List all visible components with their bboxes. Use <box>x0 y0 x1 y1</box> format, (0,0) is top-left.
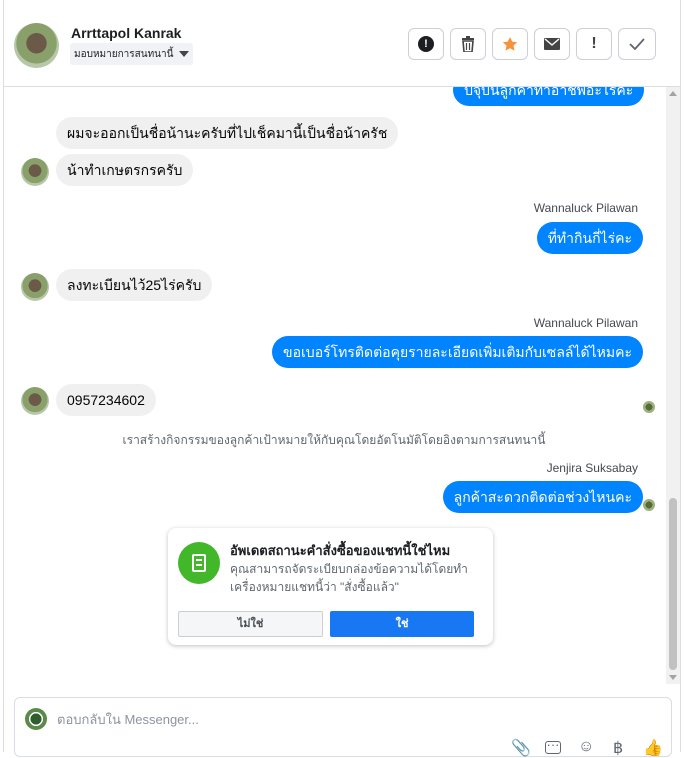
star-icon <box>502 37 518 51</box>
receipt-icon <box>178 542 220 584</box>
mark-unread-button[interactable] <box>534 28 570 60</box>
baht-icon[interactable]: ฿ <box>613 738 623 758</box>
scroll-up-arrow[interactable] <box>669 91 677 96</box>
inbox-chat-panel: Arrttapol Kanrak มอบหมายการสนทนานี้ ! ! <box>3 0 681 757</box>
scroll-thumb[interactable] <box>669 498 677 670</box>
header-toolbar: ! ! <box>408 28 656 60</box>
contact-avatar-small[interactable] <box>21 273 49 301</box>
message-incoming[interactable]: 0957234602 <box>56 384 156 416</box>
sender-name: Wannaluck Pilawan <box>533 316 638 330</box>
exclamation-icon: ! <box>591 35 597 52</box>
card-title: อัพเดตสถานะคำสั่งซื้อของแชทนี้ใช่ไหม <box>230 543 451 558</box>
alert-circle-icon: ! <box>418 36 434 52</box>
page-avatar <box>25 708 47 730</box>
delete-button[interactable] <box>450 28 486 60</box>
sender-name: Jenjira Suksabay <box>546 461 638 475</box>
follow-up-button[interactable] <box>492 28 528 60</box>
like-icon[interactable]: 👍 <box>643 738 663 758</box>
thread-scrollbar[interactable] <box>666 87 680 684</box>
mark-spam-button[interactable]: ! <box>408 28 444 60</box>
paperclip-icon[interactable]: 📎 <box>511 738 531 758</box>
mark-done-button[interactable] <box>618 28 656 60</box>
contact-avatar[interactable] <box>14 23 59 68</box>
envelope-icon <box>544 38 560 50</box>
contact-name[interactable]: Arrttapol Kanrak <box>71 25 181 41</box>
message-incoming[interactable]: น้าทำเกษตรกรครับ <box>56 154 194 186</box>
message-incoming[interactable]: ลงทะเบียนไว้25ไร่ครับ <box>56 269 213 301</box>
message-incoming[interactable]: ผมจะออกเป็นชื่อน้านะครับที่ไปเช็คมานี้เป… <box>56 117 399 149</box>
order-status-prompt-card: อัพเดตสถานะคำสั่งซื้อของแชทนี้ใช่ไหม คุณ… <box>168 528 493 645</box>
no-button[interactable]: ไม่ใช่ <box>178 611 323 637</box>
message-outgoing[interactable]: ที่ทำกินกี่ไร่คะ <box>536 222 643 254</box>
assign-label: มอบหมายการสนทนานี้ <box>74 48 174 60</box>
chat-header: Arrttapol Kanrak มอบหมายการสนทนานี้ ! ! <box>4 0 680 87</box>
trash-icon <box>462 36 474 52</box>
seen-indicator-avatar <box>643 401 655 413</box>
card-description: คุณสามารถจัดระเบียบกล่องข้อความได้โดยทำเ… <box>230 562 468 594</box>
system-activity-note: เราสร้างกิจกรรมของลูกค้าเป้าหมายให้กับคุ… <box>122 433 546 447</box>
caret-down-icon <box>179 51 190 57</box>
saved-reply-icon[interactable]: ··· <box>545 738 561 754</box>
reply-input[interactable] <box>57 710 457 728</box>
reply-composer: 📎 ··· ☺ ฿ 👍 <box>14 697 672 757</box>
check-icon <box>629 38 645 50</box>
contact-avatar-small[interactable] <box>21 387 49 415</box>
sender-name: Wannaluck Pilawan <box>533 201 638 215</box>
emoji-icon[interactable]: ☺ <box>578 738 594 756</box>
assign-conversation-dropdown[interactable]: มอบหมายการสนทนานี้ <box>70 43 194 65</box>
priority-button[interactable]: ! <box>576 28 612 60</box>
scroll-down-arrow[interactable] <box>669 675 677 680</box>
yes-button[interactable]: ใช่ <box>330 611 474 637</box>
message-outgoing[interactable]: ลูกค้าสะดวกติดต่อช่วงไหนคะ <box>442 481 643 513</box>
message-thread[interactable]: ปัจุบันลูกค้าทำอาชีพอะไรคะ ผมจะออกเป็นชื… <box>4 87 664 684</box>
contact-avatar-small[interactable] <box>21 158 49 186</box>
seen-indicator-avatar <box>643 499 655 511</box>
message-outgoing[interactable]: ปัจุบันลูกค้าทำอาชีพอะไรคะ <box>453 87 645 106</box>
message-outgoing[interactable]: ขอเบอร์โทรติดต่อคุยรายละเอียดเพิ่มเติมกั… <box>272 336 643 368</box>
